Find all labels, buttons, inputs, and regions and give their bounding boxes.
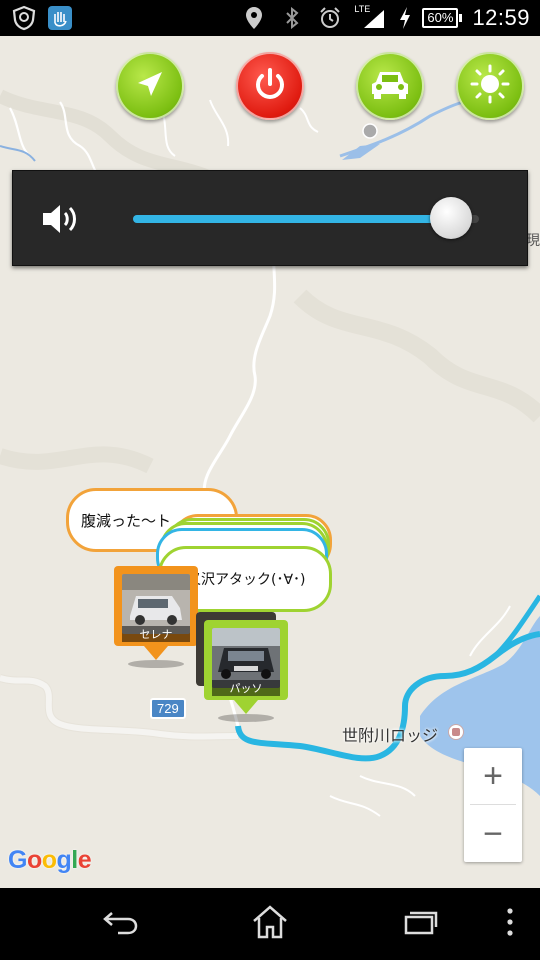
place-label[interactable]: 世附川ロッジ	[342, 722, 438, 746]
overflow-menu-button[interactable]	[490, 904, 530, 944]
battery-indicator: 60%	[422, 8, 463, 28]
google-logo: Google	[8, 846, 92, 875]
status-bar: LTE 60% 12:59	[0, 0, 540, 36]
brightness-button[interactable]	[456, 52, 524, 120]
car-photo	[212, 628, 280, 688]
volume-fill	[133, 215, 452, 223]
navigation-arrow-icon	[132, 66, 168, 106]
zoom-controls: + −	[464, 748, 522, 862]
signal-icon: LTE	[354, 4, 388, 32]
sun-icon	[470, 64, 510, 108]
bluetooth-icon	[278, 4, 306, 32]
volume-panel	[12, 170, 528, 266]
map-view[interactable]: 瞳現 腹減った～ト 大叉沢ア	[0, 36, 540, 888]
google-logo-letter: o	[41, 846, 57, 874]
home-button[interactable]	[248, 904, 292, 944]
power-icon	[251, 65, 289, 107]
back-button[interactable]	[98, 904, 142, 944]
car-marker-passo[interactable]: パッソ	[204, 620, 288, 700]
navigation-bar	[0, 888, 540, 960]
google-logo-letter: o	[26, 846, 42, 874]
recent-apps-icon	[400, 907, 440, 941]
google-logo-letter: G	[8, 846, 27, 874]
google-logo-letter: g	[56, 846, 72, 874]
car-name: セレナ	[122, 626, 190, 642]
overflow-menu-icon	[505, 907, 515, 941]
car-icon	[368, 66, 412, 106]
recent-apps-button[interactable]	[398, 904, 442, 944]
car-photo	[122, 574, 190, 634]
zoom-out-button[interactable]: −	[464, 806, 522, 862]
marker-pin	[234, 700, 258, 714]
road-number-badge: 729	[150, 698, 186, 719]
bubble-text: 腹減った～ト	[81, 511, 172, 530]
car-name: パッソ	[212, 680, 280, 696]
car-marker-serena[interactable]: セレナ	[114, 566, 198, 646]
shield-app-icon	[10, 4, 38, 32]
marker-pin	[144, 646, 168, 660]
volume-slider[interactable]	[133, 215, 479, 223]
power-button[interactable]	[236, 52, 304, 120]
charging-icon	[398, 4, 412, 32]
car-button[interactable]	[356, 52, 424, 120]
map-terrain	[0, 89, 540, 817]
alarm-icon	[316, 4, 344, 32]
battery-percent: 60%	[422, 8, 459, 28]
zoom-in-button[interactable]: +	[464, 748, 522, 804]
status-time: 12:59	[472, 5, 530, 30]
location-icon	[240, 4, 268, 32]
google-logo-letter: e	[77, 846, 92, 874]
lodge-icon[interactable]	[448, 724, 464, 740]
back-icon	[100, 907, 140, 941]
hand-app-icon	[46, 4, 74, 32]
volume-thumb[interactable]	[430, 197, 473, 239]
home-icon	[250, 903, 290, 945]
speaker-icon[interactable]	[41, 201, 81, 241]
navigate-button[interactable]	[116, 52, 184, 120]
